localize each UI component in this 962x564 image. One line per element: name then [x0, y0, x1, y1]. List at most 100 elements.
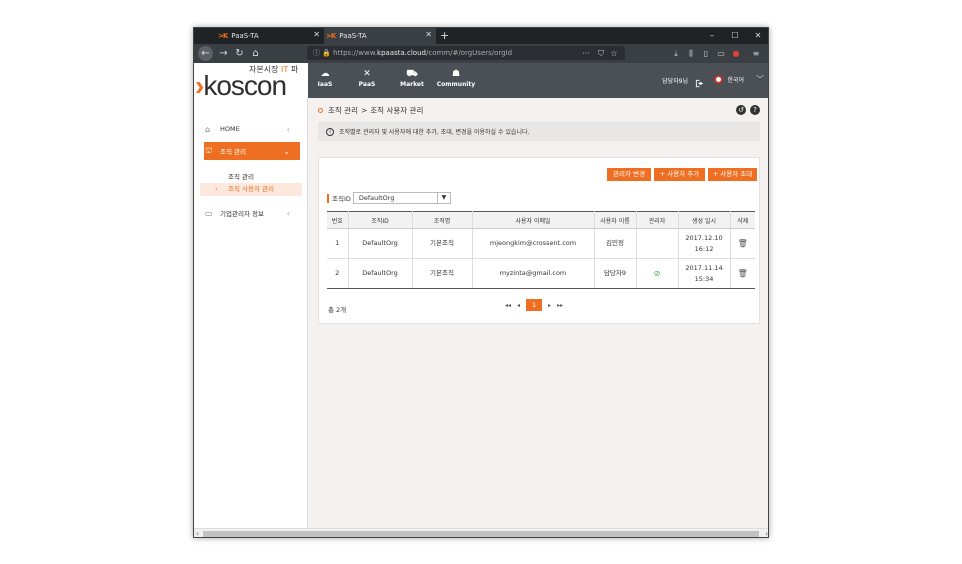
prev-page-icon[interactable]: ◂ — [517, 302, 520, 309]
extension-icon[interactable]: ▭ — [715, 47, 727, 60]
user-email: myzinta@gmail.com — [472, 258, 595, 289]
pagination: ◂◂ ◂ 1 ▸ ▸▸ — [505, 299, 563, 311]
tab-title: PaaS-TA — [339, 32, 367, 40]
col-header: 조직명 — [412, 211, 473, 229]
library-icon[interactable]: ⫼ — [685, 47, 697, 60]
col-header: 사용자 이름 — [594, 211, 637, 229]
home-icon: ⌂ — [205, 124, 211, 134]
trash-icon[interactable]: 🗑 — [738, 239, 748, 248]
first-page-icon[interactable]: ◂◂ — [505, 302, 511, 309]
browser-tab-2[interactable]: >K PaaS-TA ✕ — [324, 28, 436, 44]
col-header: 관리자 — [636, 211, 679, 229]
sidebar-item-home[interactable]: ⌂ HOME ‹ — [204, 120, 300, 138]
trash-icon[interactable]: 🗑 — [738, 269, 748, 278]
minimize-button[interactable]: – — [702, 28, 722, 44]
col-header: 생성 일시 — [678, 211, 731, 229]
logout-icon[interactable] — [695, 73, 704, 92]
tab-bar: >K PaaS-TA ✕ >K PaaS-TA ✕ + – ☐ ✕ — [194, 28, 768, 44]
page-title: 조직 사용자 관리 — [370, 106, 424, 115]
card-icon: ▭ — [205, 208, 213, 218]
col-header: 조직ID — [348, 211, 413, 229]
chat-icon: ☗ — [451, 69, 461, 79]
back-arrow-icon[interactable]: ← — [198, 46, 213, 61]
hamburger-menu-icon[interactable]: ≡ — [750, 47, 762, 60]
download-icon[interactable]: ⤓ — [670, 47, 682, 60]
org-filter: 조직ID DefaultOrg ▼ — [327, 192, 451, 204]
help-icon[interactable]: ? — [750, 105, 760, 115]
org-id-label: 조직ID — [332, 195, 351, 203]
address-bar[interactable]: ⓘ 🔒 https://www.kpaasta.cloud/comm/#/org… — [307, 46, 625, 60]
cloud-icon: ☁ — [320, 69, 330, 79]
sidebar-subitem-org-users[interactable]: › 조직 사용자 관리 — [200, 183, 302, 196]
created-at: 2017.12.10 16:12 — [678, 228, 731, 259]
user-name[interactable]: 담당자9님 — [662, 76, 688, 85]
admin-cell — [636, 228, 679, 259]
scrollbar-thumb[interactable] — [203, 531, 759, 537]
tab-close-icon[interactable]: ✕ — [313, 30, 320, 39]
scroll-left-icon[interactable]: ‹ — [196, 529, 199, 537]
new-tab-button[interactable]: + — [440, 28, 449, 43]
chevron-down-icon[interactable]: ﹀ — [756, 74, 764, 85]
org-users-panel: 관리자 변경 + 사용자 추가 + 사용자 초대 조직ID DefaultOrg… — [318, 157, 760, 324]
created-at: 2017.11.14 15:34 — [678, 258, 731, 289]
sidebar-item-corp-admin[interactable]: ▭ 기업관리자 정보 ‹ — [204, 204, 300, 222]
admin-cell: ⊘ — [636, 258, 679, 289]
paasta-favicon-icon: >K — [326, 32, 336, 40]
chevron-left-icon: ‹ — [286, 124, 290, 134]
invite-user-button[interactable]: + 사용자 초대 — [708, 168, 757, 181]
next-page-icon[interactable]: ▸ — [548, 302, 551, 309]
col-header: 번호 — [327, 211, 349, 229]
sidebar-subitem-org-management[interactable]: 조직 관리 — [228, 171, 254, 181]
menu-paas[interactable]: ✕ PaaS — [347, 69, 387, 88]
info-notice: i 조직별로 관리자 및 사용자에 대한 추가, 초대, 변경을 이용하실 수 … — [318, 122, 760, 141]
record-extension-icon[interactable]: ● — [730, 47, 742, 60]
navigation-bar: ← → ↻ ⌂ ⓘ 🔒 https://www.kpaasta.cloud/co… — [194, 44, 768, 63]
app-header: ☁ IaaS ✕ PaaS ⛟ Market ☗ Community 담당자9님… — [305, 63, 768, 98]
sidebar: ⌂ HOME ‹ ⛫ 조직 관리 ⌄ 조직 관리 › 조직 사용자 관리 ▭ 기… — [194, 98, 308, 528]
tab-close-icon[interactable]: ✕ — [425, 30, 432, 39]
home-icon[interactable]: ⌂ — [248, 46, 263, 61]
chevron-left-icon: ‹ — [286, 208, 290, 218]
maximize-button[interactable]: ☐ — [725, 28, 745, 44]
col-header: 사용자 이메일 — [472, 211, 595, 229]
paasta-favicon-icon: >K — [218, 32, 228, 40]
koscom-logo[interactable]: 자본시장 IT 파 ›koscon — [194, 63, 308, 98]
page-actions: ↺ ? — [736, 105, 760, 115]
browser-window: >K PaaS-TA ✕ >K PaaS-TA ✕ + – ☐ ✕ ← → ↻ … — [193, 27, 769, 538]
col-header: 삭제 — [730, 211, 755, 229]
table-row: 2 DefaultOrg 기본조직 myzinta@gmail.com 담당자9… — [327, 258, 755, 289]
korea-flag-icon — [714, 75, 724, 84]
breadcrumb: 조직 관리 > 조직 사용자 관리 — [318, 105, 423, 116]
page-actions-icon[interactable]: ··· — [580, 47, 592, 60]
cart-icon: ⛟ — [406, 69, 418, 79]
page-1-button[interactable]: 1 — [526, 299, 543, 311]
menu-community[interactable]: ☗ Community — [436, 69, 476, 88]
tab-title: PaaS-TA — [231, 32, 259, 40]
sidebar-icon[interactable]: ▯ — [700, 47, 712, 60]
menu-iaas[interactable]: ☁ IaaS — [305, 69, 345, 88]
last-page-icon[interactable]: ▸▸ — [557, 302, 563, 309]
menu-market[interactable]: ⛟ Market — [392, 69, 432, 88]
scroll-right-icon[interactable]: › — [765, 529, 768, 537]
browser-tab-1[interactable]: >K PaaS-TA ✕ — [216, 28, 324, 44]
logo-wordmark: ›koscon — [195, 70, 287, 98]
horizontal-scrollbar[interactable]: ‹ › — [194, 528, 768, 537]
org-icon: ⛫ — [205, 146, 213, 155]
url-path: /comm/#/orgUsers/orgId — [425, 49, 513, 57]
add-user-button[interactable]: + 사용자 추가 — [654, 168, 705, 181]
change-admin-button[interactable]: 관리자 변경 — [607, 168, 651, 181]
org-id-select[interactable]: DefaultOrg ▼ — [352, 192, 451, 204]
pocket-icon[interactable]: ⛉ — [595, 47, 607, 60]
table-row: 1 DefaultOrg 기본조직 mjeongkim@crossent.com… — [327, 228, 755, 259]
forward-arrow-icon[interactable]: → — [216, 46, 231, 61]
reload-icon[interactable]: ↻ — [232, 46, 247, 61]
caret-down-icon: ▼ — [436, 193, 450, 203]
org-users-table: 번호 조직ID 조직명 사용자 이메일 사용자 이름 관리자 생성 일시 삭제 … — [327, 211, 755, 289]
close-window-button[interactable]: ✕ — [748, 28, 768, 44]
sidebar-item-org-management[interactable]: ⛫ 조직 관리 ⌄ — [204, 142, 300, 160]
bookmark-star-icon[interactable]: ☆ — [608, 47, 620, 60]
refresh-icon[interactable]: ↺ — [736, 105, 746, 115]
main-content: 조직 관리 > 조직 사용자 관리 ↺ ? i 조직별로 관리자 및 사용자에 … — [308, 98, 768, 528]
language-selector[interactable]: 한국어 — [714, 75, 744, 84]
total-count: 총 2개 — [328, 306, 347, 314]
